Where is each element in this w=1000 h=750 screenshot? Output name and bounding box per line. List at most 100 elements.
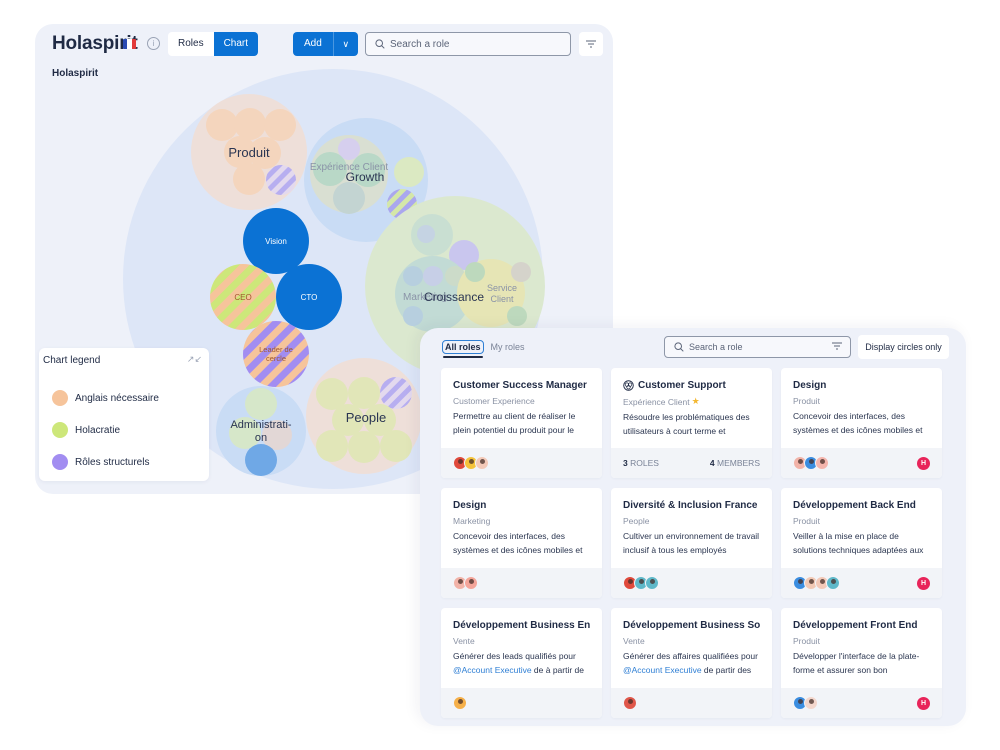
info-icon[interactable]: i — [147, 37, 160, 50]
filter-button[interactable] — [579, 32, 603, 56]
avatar[interactable] — [453, 696, 467, 710]
role-circle-name: Expérience Client — [623, 396, 690, 407]
role-card[interactable]: Design Marketing Concevoir des interfaces,… — [441, 488, 602, 598]
circle-label-administration: Administrati- — [230, 419, 291, 431]
circle-label-people: People — [346, 410, 386, 425]
circle-ceo[interactable]: CEO — [210, 264, 276, 330]
circle-label-produit: Produit — [228, 145, 270, 160]
add-button-group: Add ∨ — [293, 32, 358, 56]
members-count: 4 MEMBERS — [709, 458, 760, 468]
legend-label: Rôles structurels — [75, 456, 150, 468]
role-title: Développement Business So... — [623, 620, 760, 631]
role-desc: Cultiver un environnement de travail inc… — [623, 531, 760, 555]
star-icon: ★ — [691, 396, 700, 406]
avatar[interactable] — [804, 696, 818, 710]
role-card[interactable]: Développement Back End Produit Veiller à l… — [781, 488, 942, 598]
toggle-chart[interactable]: Chart — [213, 32, 259, 56]
card-footer — [611, 688, 772, 718]
circle-label-service-client: Service — [487, 283, 517, 293]
filter-icon[interactable] — [832, 342, 842, 350]
circle-label-administration-2: on — [255, 432, 267, 444]
role-circle-name: Marketing — [453, 516, 491, 526]
tab-all-roles[interactable]: All roles — [442, 340, 484, 358]
role-title: Design — [793, 380, 827, 391]
legend-dot-purple — [52, 454, 68, 470]
legend-label: Holacratie — [75, 424, 121, 436]
role-card[interactable]: Développement Business En... Vente Générer… — [441, 608, 602, 718]
holaspirit-badge-icon: H — [917, 697, 930, 710]
circle-label-vision: Vision — [265, 237, 287, 246]
roles-list-panel: All roles My roles Display circles only … — [420, 328, 966, 726]
avatar[interactable] — [815, 456, 829, 470]
mention-link[interactable]: @Account Executive — [453, 665, 532, 675]
collapse-icon[interactable]: ↗↙ — [187, 354, 202, 365]
role-desc: Concevoir des interfaces, des systèmes e… — [793, 411, 923, 435]
role-title: Design — [453, 500, 487, 511]
member-avatars — [453, 576, 478, 590]
role-title: Développement Business En... — [453, 620, 590, 631]
role-circle-name: Produit — [793, 516, 820, 526]
role-circle-name: Vente — [453, 636, 475, 646]
roles-search-input[interactable] — [689, 342, 819, 352]
circle-leader-de-cercle[interactable]: Leader de cercle — [243, 321, 309, 387]
filter-icon — [586, 40, 596, 48]
member-avatars — [793, 456, 829, 470]
role-title: Diversité & Inclusion France — [623, 500, 758, 511]
role-card[interactable]: Développement Business So... Vente Générer… — [611, 608, 772, 718]
avatar[interactable] — [623, 696, 637, 710]
chart-search-field[interactable] — [365, 32, 571, 56]
circle-label-ceo: CEO — [234, 293, 251, 302]
legend-label: Anglais nécessaire — [75, 392, 159, 404]
role-circle-name: People — [623, 516, 650, 526]
legend-item-holacratie: Holacratie — [52, 422, 120, 438]
add-button[interactable]: Add — [293, 32, 334, 56]
role-circle-name: Customer Experience — [453, 396, 535, 406]
circle-label-croissance: Croissance — [424, 290, 484, 304]
avatar[interactable] — [464, 576, 478, 590]
member-avatars — [453, 456, 489, 470]
circle-produit[interactable]: Produit — [191, 94, 307, 210]
circle-administration[interactable]: Administrati- on — [216, 386, 306, 476]
display-circles-only-button[interactable]: Display circles only — [858, 335, 949, 359]
role-card[interactable]: Diversité & Inclusion France People Cultiv… — [611, 488, 772, 598]
roles-grid: Customer Success Manager Customer Experie… — [441, 368, 942, 718]
role-card[interactable]: Customer Success Manager Customer Experie… — [441, 368, 602, 478]
france-flag-icon — [123, 39, 136, 49]
member-avatars — [793, 576, 840, 590]
role-card[interactable]: Développement Front End Produit Développer… — [781, 608, 942, 718]
chart-header: Holaspirit i Roles Chart Add ∨ — [35, 24, 613, 68]
role-card[interactable]: Design Produit Concevoir des interfaces, d… — [781, 368, 942, 478]
member-avatars — [793, 696, 818, 710]
role-circle-name: Produit — [793, 636, 820, 646]
toggle-roles[interactable]: Roles — [168, 32, 214, 56]
tab-my-roles[interactable]: My roles — [491, 342, 525, 352]
member-avatars — [453, 696, 467, 710]
breadcrumb[interactable]: Holaspirit — [52, 68, 98, 79]
role-title: Customer Support — [638, 380, 726, 391]
member-avatars — [623, 576, 659, 590]
role-card[interactable]: Customer Support Expérience Client ★ Résoud… — [611, 368, 772, 478]
add-dropdown-chevron-icon[interactable]: ∨ — [334, 32, 358, 56]
circle-label-service-client-2: Client — [490, 294, 514, 304]
circle-stats: 3 ROLES 4 MEMBERS — [623, 458, 760, 468]
role-title: Développement Back End — [793, 500, 916, 511]
legend-title: Chart legend — [43, 355, 101, 366]
circle-vision[interactable]: Vision — [243, 208, 309, 274]
mention-link[interactable]: @Account Executive — [623, 665, 702, 675]
avatar[interactable] — [826, 576, 840, 590]
card-footer — [441, 448, 602, 478]
role-desc: Générer des affaires qualifiées pour — [623, 651, 758, 661]
circle-cto[interactable]: CTO — [276, 264, 342, 330]
avatar[interactable] — [645, 576, 659, 590]
role-circle-name: Vente — [623, 636, 645, 646]
role-desc: Développer l'interface de la plate-forme… — [793, 651, 920, 675]
role-desc-tail: de à partir de — [531, 665, 585, 675]
chart-legend: Chart legend ↗↙ Anglais nécessaire Holac… — [39, 348, 209, 481]
avatar[interactable] — [475, 456, 489, 470]
circle-people[interactable]: People — [306, 358, 422, 474]
chart-search-input[interactable] — [390, 38, 560, 50]
roles-search-field[interactable] — [664, 336, 851, 358]
role-title: Développement Front End — [793, 620, 918, 631]
roles-tabs: All roles My roles — [442, 340, 532, 358]
search-icon — [375, 39, 385, 49]
